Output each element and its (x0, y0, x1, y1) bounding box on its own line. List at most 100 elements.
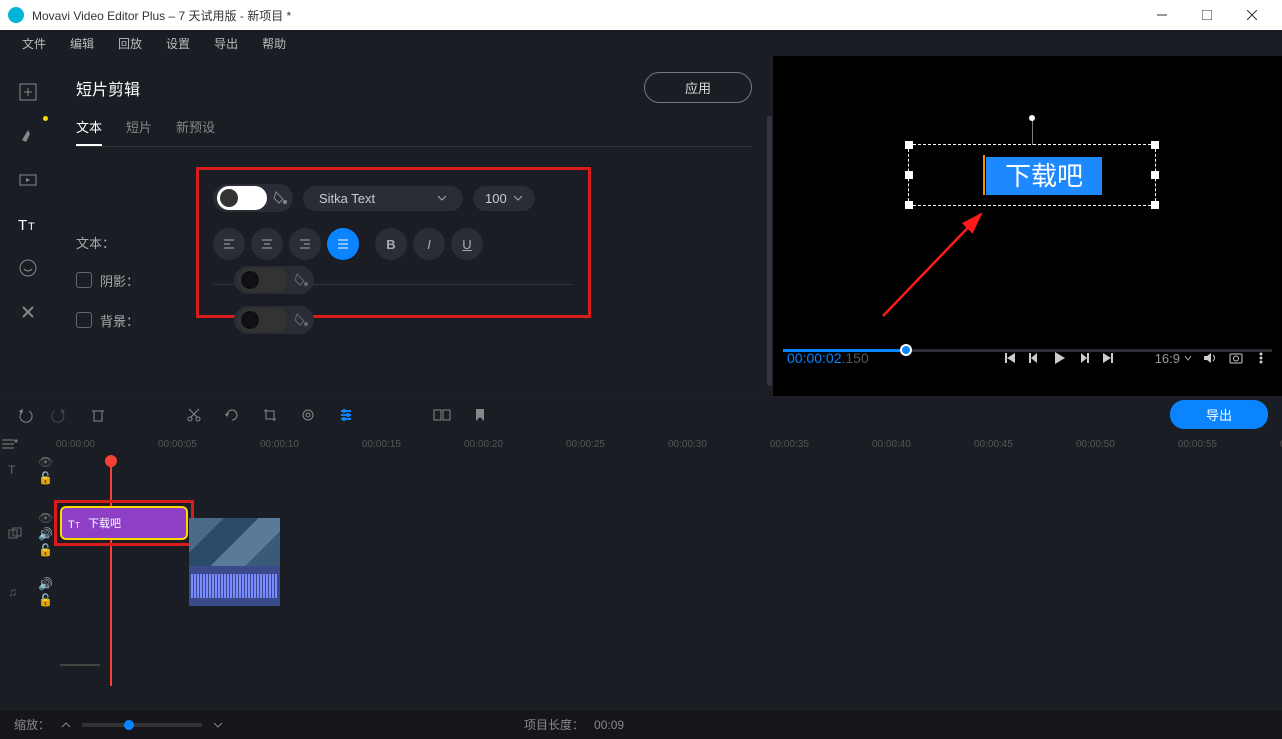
add-track-icon[interactable] (0, 432, 18, 456)
redo-icon[interactable] (49, 407, 69, 423)
menu-file[interactable]: 文件 (10, 31, 58, 56)
chevron-down-icon (513, 193, 523, 203)
font-name: Sitka Text (319, 191, 375, 206)
italic-icon[interactable]: I (413, 228, 445, 260)
font-size-value: 100 (485, 191, 507, 206)
transition-wizard-icon[interactable] (432, 407, 452, 423)
preview-area: 下载吧 00:00:02.150 16:9 (772, 56, 1282, 396)
undo-icon[interactable] (15, 407, 35, 423)
audio-track-lock-icon[interactable]: 🔓 (38, 593, 68, 607)
zoom-out-icon[interactable] (60, 719, 72, 731)
title-clip-label: 下载吧 (88, 515, 121, 531)
title-track-type-icon: T (8, 463, 38, 477)
crop-icon[interactable] (260, 407, 280, 423)
video-clip[interactable] (189, 518, 280, 608)
timeline-toolbar: 导出 (0, 396, 1282, 432)
close-button[interactable] (1229, 0, 1274, 30)
font-select[interactable]: Sitka Text (303, 186, 463, 211)
properties-panel: 短片剪辑 应用 文本 短片 新预设 文本： Sitka Text (56, 56, 772, 396)
shadow-toggle[interactable] (238, 268, 288, 292)
resize-handle-w[interactable] (905, 171, 913, 179)
text-color-toggle[interactable] (217, 186, 267, 210)
resize-handle-ne[interactable] (1151, 141, 1159, 149)
align-center-icon[interactable] (251, 228, 283, 260)
rotate-icon[interactable] (222, 407, 242, 423)
cut-icon[interactable] (184, 407, 204, 423)
tab-clip[interactable]: 短片 (126, 117, 152, 146)
left-sidebar: TT (0, 56, 56, 396)
tab-new-preset[interactable]: 新预设 (176, 117, 215, 146)
sidebar-titles-icon[interactable]: TT (10, 206, 46, 242)
title-clip[interactable]: TT 下载吧 (60, 506, 188, 540)
sidebar-more-tools-icon[interactable] (10, 294, 46, 330)
font-size-select[interactable]: 100 (473, 186, 535, 211)
bold-icon[interactable]: B (375, 228, 407, 260)
text-cursor (983, 155, 985, 195)
text-overlay-box[interactable]: 下载吧 (908, 144, 1156, 206)
video-track-type-icon (8, 527, 38, 541)
background-toggle[interactable] (238, 308, 288, 332)
preview-slider-thumb[interactable] (900, 344, 912, 356)
timeline-ruler[interactable]: 00:00:00 00:00:05 00:00:10 00:00:15 00:0… (18, 432, 1282, 456)
resize-handle-se[interactable] (1151, 201, 1159, 209)
zoom-slider[interactable] (82, 723, 202, 727)
app-icon (8, 7, 24, 23)
menu-export[interactable]: 导出 (202, 31, 250, 56)
delete-icon[interactable] (88, 407, 108, 423)
shadow-row: 阴影： (76, 271, 186, 290)
resize-handle-nw[interactable] (905, 141, 913, 149)
sidebar-stickers-icon[interactable] (10, 250, 46, 286)
menu-playback[interactable]: 回放 (106, 31, 154, 56)
svg-text:T: T (68, 519, 75, 530)
video-clip-waveform (189, 566, 280, 606)
sidebar-filters-icon[interactable] (10, 118, 46, 154)
panel-title: 短片剪辑 (76, 76, 140, 100)
panel-tabs: 文本 短片 新预设 (76, 117, 752, 147)
svg-text:T: T (28, 221, 35, 233)
menu-help[interactable]: 帮助 (250, 31, 298, 56)
export-button[interactable]: 导出 (1170, 400, 1268, 429)
preview-slider[interactable] (773, 344, 1282, 356)
shadow-checkbox[interactable] (76, 272, 92, 288)
annotation-arrow (873, 206, 1023, 326)
align-left-icon[interactable] (213, 228, 245, 260)
title-track-lock-icon[interactable]: 🔓 (38, 471, 68, 485)
overlay-text[interactable]: 下载吧 (986, 157, 1102, 195)
color-bucket-icon[interactable] (271, 189, 289, 207)
background-checkbox[interactable] (76, 312, 92, 328)
chevron-down-icon (437, 193, 447, 203)
title-clip-icon: TT (68, 516, 84, 530)
marker-icon[interactable] (470, 407, 490, 423)
align-justify-icon[interactable] (327, 228, 359, 260)
audio-track-mute-icon[interactable]: 🔊 (38, 577, 68, 591)
background-label: 背景： (100, 311, 139, 330)
apply-button[interactable]: 应用 (644, 72, 752, 103)
zoom-in-icon[interactable] (212, 719, 224, 731)
menubar: 文件 编辑 回放 设置 导出 帮助 (0, 30, 1282, 56)
title-track-header: T 👁 🔓 (0, 456, 1282, 484)
timeline-hscroll[interactable] (60, 664, 100, 666)
align-right-icon[interactable] (289, 228, 321, 260)
timeline[interactable]: T 👁 🔓 👁 🔊 🔓 ♫ 🔊 🔓 TT 下载吧 (0, 456, 1282, 670)
menu-edit[interactable]: 编辑 (58, 31, 106, 56)
color-adjust-icon[interactable] (298, 407, 318, 423)
tab-text[interactable]: 文本 (76, 117, 102, 146)
playhead[interactable] (110, 456, 112, 686)
preview-canvas[interactable]: 下载吧 (773, 56, 1282, 344)
underline-icon[interactable]: U (451, 228, 483, 260)
minimize-button[interactable] (1139, 0, 1184, 30)
text-label: 文本： (76, 233, 186, 252)
maximize-button[interactable] (1184, 0, 1229, 30)
background-bucket-icon[interactable] (292, 311, 310, 329)
title-track-visible-icon[interactable]: 👁 (38, 455, 68, 469)
zoom-label: 缩放： (14, 716, 50, 733)
shadow-bucket-icon[interactable] (292, 271, 310, 289)
video-clip-thumbnail (189, 518, 280, 566)
audio-track-type-icon: ♫ (8, 585, 38, 599)
sidebar-transitions-icon[interactable] (10, 162, 46, 198)
sidebar-add-media-icon[interactable] (10, 74, 46, 110)
clip-properties-icon[interactable] (336, 407, 356, 423)
project-duration-value: 00:09 (594, 718, 624, 732)
resize-handle-e[interactable] (1151, 171, 1159, 179)
menu-settings[interactable]: 设置 (154, 31, 202, 56)
